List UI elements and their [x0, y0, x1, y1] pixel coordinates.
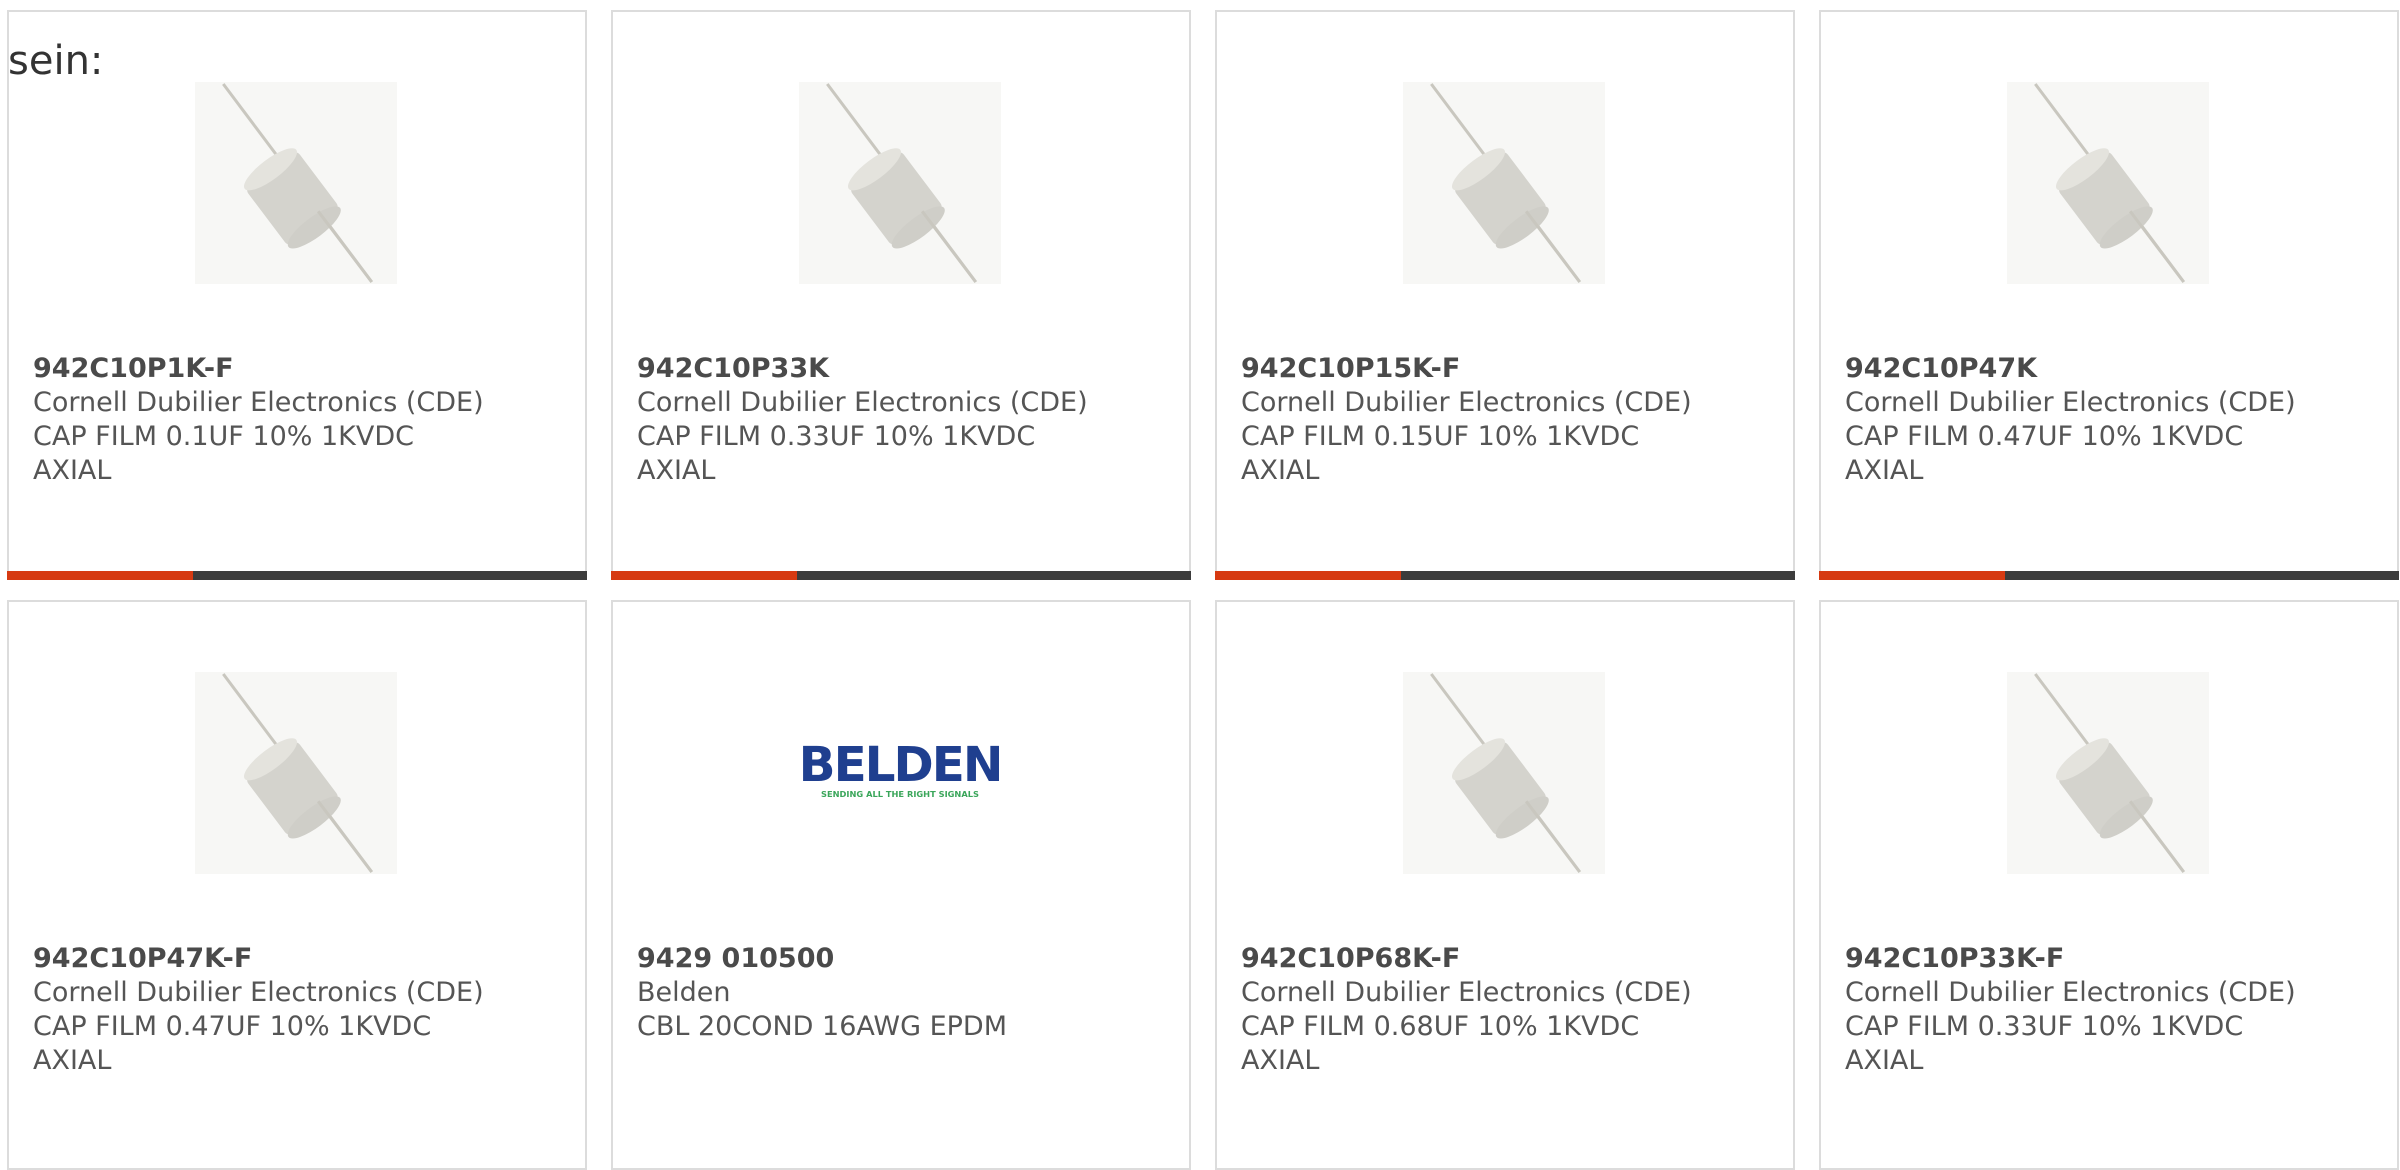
description: CAP FILM 0.33UF 10% 1KVDC [1845, 1011, 2244, 1042]
description-package: AXIAL [1845, 1045, 1924, 1076]
part-number[interactable]: 942C10P15K-F [1241, 352, 1773, 386]
product-info: 942C10P33K-F Cornell Dubilier Electronic… [1845, 942, 2377, 1078]
axial-capacitor-icon[interactable] [195, 672, 397, 874]
manufacturer: Cornell Dubilier Electronics (CDE) [1845, 387, 2296, 418]
product-card[interactable]: 942C10P1K-F Cornell Dubilier Electronics… [7, 10, 587, 580]
progress-bar [1215, 571, 1795, 580]
belden-logo-wordmark: BELDEN [799, 737, 1001, 793]
product-info: 942C10P47K Cornell Dubilier Electronics … [1845, 352, 2377, 488]
description: CAP FILM 0.68UF 10% 1KVDC [1241, 1011, 1640, 1042]
part-number[interactable]: 942C10P68K-F [1241, 942, 1773, 976]
belden-logo-tagline: SENDING ALL THE RIGHT SIGNALS [821, 789, 979, 799]
product-info: 9429 010500 Belden CBL 20COND 16AWG EPDM [637, 942, 1169, 1044]
manufacturer: Cornell Dubilier Electronics (CDE) [1845, 977, 2296, 1008]
part-number[interactable]: 942C10P47K-F [33, 942, 565, 976]
product-card[interactable]: 942C10P47K-F Cornell Dubilier Electronic… [7, 600, 587, 1170]
product-card[interactable]: 942C10P68K-F Cornell Dubilier Electronic… [1215, 600, 1795, 1170]
progress-fill [1819, 571, 2005, 580]
product-info: 942C10P33K Cornell Dubilier Electronics … [637, 352, 1169, 488]
description: CAP FILM 0.1UF 10% 1KVDC [33, 421, 415, 452]
axial-capacitor-icon[interactable] [1403, 82, 1605, 284]
description-package: AXIAL [637, 455, 716, 486]
part-number[interactable]: 942C10P47K [1845, 352, 2377, 386]
product-card[interactable]: 942C10P33K-F Cornell Dubilier Electronic… [1819, 600, 2399, 1170]
product-card[interactable]: BELDEN SENDING ALL THE RIGHT SIGNALS 942… [611, 600, 1191, 1170]
axial-capacitor-icon[interactable] [799, 82, 1001, 284]
manufacturer: Belden [637, 977, 731, 1008]
product-grid: 942C10P1K-F Cornell Dubilier Electronics… [7, 10, 2400, 1170]
manufacturer: Cornell Dubilier Electronics (CDE) [637, 387, 1088, 418]
progress-fill [611, 571, 797, 580]
description-package: AXIAL [1845, 455, 1924, 486]
progress-bar [7, 571, 587, 580]
product-info: 942C10P15K-F Cornell Dubilier Electronic… [1241, 352, 1773, 488]
description-package: AXIAL [1241, 455, 1320, 486]
product-card[interactable]: 942C10P33K Cornell Dubilier Electronics … [611, 10, 1191, 580]
belden-logo[interactable]: BELDEN SENDING ALL THE RIGHT SIGNALS [799, 672, 1001, 874]
part-number[interactable]: 942C10P33K [637, 352, 1169, 386]
description: CBL 20COND 16AWG EPDM [637, 1011, 1008, 1042]
product-card[interactable]: 942C10P47K Cornell Dubilier Electronics … [1819, 10, 2399, 580]
manufacturer: Cornell Dubilier Electronics (CDE) [33, 387, 484, 418]
axial-capacitor-icon[interactable] [2007, 82, 2209, 284]
description-package: AXIAL [33, 1045, 112, 1076]
part-number[interactable]: 942C10P33K-F [1845, 942, 2377, 976]
manufacturer: Cornell Dubilier Electronics (CDE) [33, 977, 484, 1008]
manufacturer: Cornell Dubilier Electronics (CDE) [1241, 977, 1692, 1008]
description: CAP FILM 0.33UF 10% 1KVDC [637, 421, 1036, 452]
manufacturer: Cornell Dubilier Electronics (CDE) [1241, 387, 1692, 418]
product-info: 942C10P1K-F Cornell Dubilier Electronics… [33, 352, 565, 488]
description: CAP FILM 0.47UF 10% 1KVDC [1845, 421, 2244, 452]
description: CAP FILM 0.47UF 10% 1KVDC [33, 1011, 432, 1042]
progress-fill [1215, 571, 1401, 580]
progress-bar [611, 571, 1191, 580]
description-package: AXIAL [1241, 1045, 1320, 1076]
axial-capacitor-icon[interactable] [1403, 672, 1605, 874]
part-number[interactable]: 942C10P1K-F [33, 352, 565, 386]
part-number[interactable]: 9429 010500 [637, 942, 1169, 976]
description: CAP FILM 0.15UF 10% 1KVDC [1241, 421, 1640, 452]
progress-fill [7, 571, 193, 580]
axial-capacitor-icon[interactable] [195, 82, 397, 284]
description-package: AXIAL [33, 455, 112, 486]
axial-capacitor-icon[interactable] [2007, 672, 2209, 874]
intro-text: sein: [8, 38, 104, 84]
product-info: 942C10P68K-F Cornell Dubilier Electronic… [1241, 942, 1773, 1078]
product-info: 942C10P47K-F Cornell Dubilier Electronic… [33, 942, 565, 1078]
progress-bar [1819, 571, 2399, 580]
product-card[interactable]: 942C10P15K-F Cornell Dubilier Electronic… [1215, 10, 1795, 580]
